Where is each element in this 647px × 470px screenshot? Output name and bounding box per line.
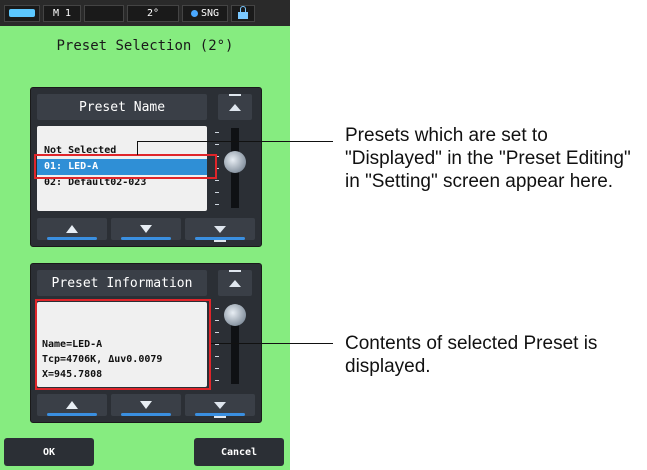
scroll-to-top-button[interactable] bbox=[218, 93, 252, 120]
arrow-down-icon bbox=[140, 401, 152, 409]
lock-icon bbox=[231, 4, 255, 22]
sng-indicator: SNG bbox=[182, 4, 228, 22]
sng-dot-icon bbox=[190, 9, 198, 17]
status-bar: M 1 2° SNG bbox=[0, 0, 290, 26]
info-scroll-down-button[interactable] bbox=[111, 394, 181, 416]
selected-preset-highlight bbox=[34, 154, 217, 179]
preset-name-header: Preset Name bbox=[37, 94, 207, 120]
callout-line-info bbox=[211, 343, 333, 344]
scroll-ticks bbox=[215, 308, 219, 384]
arrow-up-icon bbox=[66, 225, 78, 233]
preset-information-header: Preset Information bbox=[37, 270, 207, 296]
callout-info-text: Contents of selected Preset is displayed… bbox=[345, 333, 598, 377]
callout-line-presets-stub bbox=[137, 141, 138, 155]
info-scroll-to-bottom-button[interactable] bbox=[185, 394, 255, 418]
scroll-bottom-icon bbox=[214, 401, 226, 418]
arrow-up-icon bbox=[66, 401, 78, 409]
measuring-mode: M 1 bbox=[43, 4, 81, 22]
page-title: Preset Selection (2°) bbox=[56, 38, 234, 54]
scroll-up-button[interactable] bbox=[37, 218, 107, 240]
sng-label: SNG bbox=[200, 7, 220, 19]
scroll-down-button[interactable] bbox=[111, 218, 181, 240]
scroll-top-icon bbox=[229, 93, 241, 111]
preset-info-nav bbox=[37, 394, 255, 418]
arrow-down-icon bbox=[140, 225, 152, 233]
preset-info-scroll-knob[interactable] bbox=[224, 304, 246, 326]
callout-presets-text: Presets which are set to "Displayed" in … bbox=[345, 125, 631, 192]
preset-list-nav bbox=[37, 218, 255, 242]
device-screen: M 1 2° SNG Preset Selection (2°) Preset … bbox=[0, 0, 290, 470]
cancel-button[interactable]: Cancel bbox=[194, 438, 284, 466]
info-scroll-to-top-button[interactable] bbox=[218, 269, 252, 296]
info-scroll-up-button[interactable] bbox=[37, 394, 107, 416]
status-blank bbox=[84, 4, 124, 22]
scroll-top-icon bbox=[229, 269, 241, 287]
ok-button[interactable]: OK bbox=[4, 438, 94, 466]
viewing-angle: 2° bbox=[127, 4, 179, 22]
preset-info-highlight bbox=[35, 299, 211, 390]
callout-line-presets bbox=[137, 141, 333, 142]
scroll-bottom-icon bbox=[214, 225, 226, 242]
battery-icon bbox=[4, 4, 40, 22]
preset-list-scroll-knob[interactable] bbox=[224, 151, 246, 174]
scroll-to-bottom-button[interactable] bbox=[185, 218, 255, 242]
